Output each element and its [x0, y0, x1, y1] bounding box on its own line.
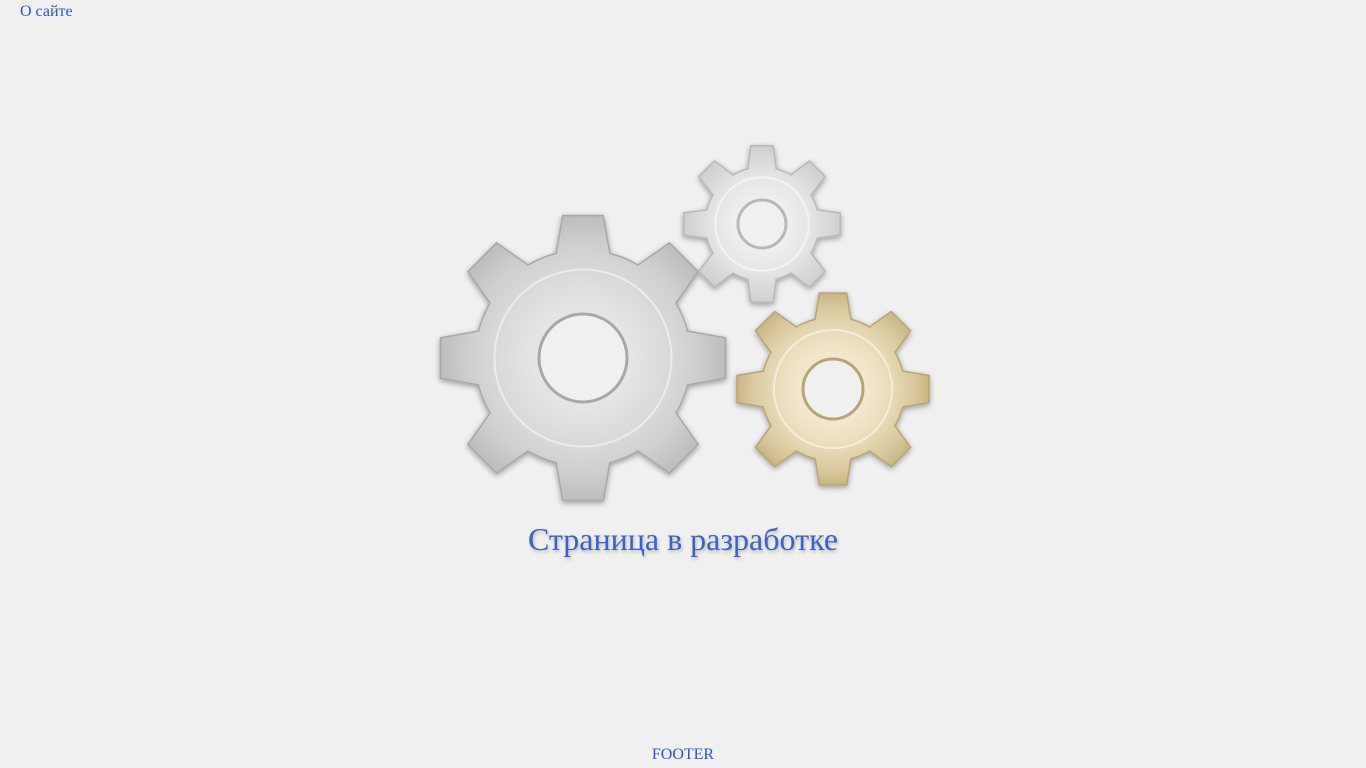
footer: FOOTER	[651, 746, 715, 763]
large-gear	[439, 214, 727, 502]
gold-gear	[736, 292, 930, 486]
page: О сайте Страница в разработке FOOTER	[0, 0, 1366, 768]
page-title: Страница в разработке	[527, 521, 839, 557]
gears-icon	[439, 145, 930, 502]
about-link[interactable]: О сайте	[20, 2, 73, 22]
small-gear	[683, 145, 841, 303]
